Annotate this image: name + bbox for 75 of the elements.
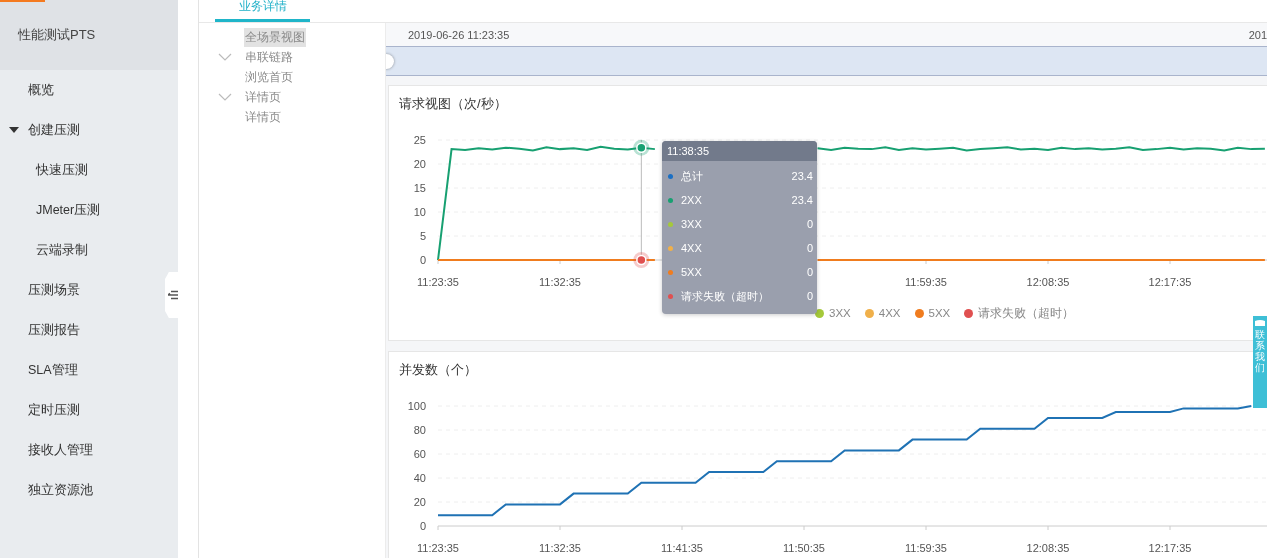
tooltip-value: 23.4 xyxy=(791,170,813,182)
legend-label[interactable]: 5XX xyxy=(928,307,951,319)
tree-item[interactable]: 详情页 xyxy=(244,107,282,127)
accent-bar xyxy=(0,0,45,2)
x-tick-label: 12:17:35 xyxy=(1148,542,1192,554)
caret-icon xyxy=(9,127,19,133)
y-tick-label: 60 xyxy=(413,448,426,460)
nav-item[interactable]: 独立资源池 xyxy=(0,470,160,510)
data-point xyxy=(633,252,650,268)
tooltip-series-name: 2XX xyxy=(681,194,703,206)
nav-item[interactable]: JMeter压测 xyxy=(0,190,160,230)
y-tick-label: 100 xyxy=(407,400,426,412)
tree-item[interactable]: 详情页 xyxy=(244,87,282,107)
legend-label[interactable]: 3XX xyxy=(829,307,851,319)
tree-item[interactable]: 浏览首页 xyxy=(244,67,294,87)
x-tick-label: 11:32:35 xyxy=(539,542,581,554)
tree-item[interactable]: 串联链路 xyxy=(244,47,294,67)
tooltip-series-name: 5XX xyxy=(681,266,703,278)
chevron-icon[interactable] xyxy=(218,53,232,61)
collapse-handle[interactable] xyxy=(165,272,178,318)
legend-label[interactable]: 请求失败（超时） xyxy=(978,305,1075,321)
y-tick-label: 20 xyxy=(413,496,426,508)
contact-label[interactable]: 联系我们 xyxy=(1255,329,1265,373)
nav-item[interactable]: SLA管理 xyxy=(0,350,160,390)
tooltip-series-name: 4XX xyxy=(681,242,703,254)
x-tick-label: 11:50:35 xyxy=(783,542,825,554)
x-tick-label: 12:08:35 xyxy=(1026,542,1070,554)
nav-item[interactable]: 压测报告 xyxy=(0,310,160,350)
tooltip-series-name: 请求失败（超时） xyxy=(681,288,770,304)
x-tick-label: 11:23:35 xyxy=(417,542,459,554)
legend-label[interactable]: 4XX xyxy=(878,307,901,319)
time-range-bar[interactable] xyxy=(386,46,1267,76)
chart-title: 请求视图（次/秒） xyxy=(398,95,507,113)
y-tick-label: 25 xyxy=(413,134,426,146)
x-tick-label: 11:41:35 xyxy=(661,542,703,554)
tooltip-value: 0 xyxy=(806,290,813,302)
nav-item[interactable]: 概览 xyxy=(0,70,160,110)
y-tick-label: 40 xyxy=(413,472,426,484)
x-tick-label: 11:59:35 xyxy=(905,542,947,554)
range-end-time: 201 xyxy=(1248,28,1267,41)
y-tick-label: 15 xyxy=(413,182,426,194)
chevron-icon[interactable] xyxy=(218,93,232,101)
app-title: 性能测试PTS xyxy=(0,0,178,70)
range-start-time: 2019-06-26 11:23:35 xyxy=(408,28,510,41)
x-tick-label: 11:32:35 xyxy=(539,276,581,288)
x-tick-label: 12:08:35 xyxy=(1026,276,1070,288)
x-tick-label: 11:59:35 xyxy=(905,276,947,288)
y-tick-label: 0 xyxy=(419,254,426,266)
nav-item[interactable]: 快速压测 xyxy=(0,150,160,190)
tooltip-value: 0 xyxy=(806,242,813,254)
nav-item[interactable]: 云端录制 xyxy=(0,230,160,270)
collapse-icon xyxy=(168,290,178,300)
chat-icon xyxy=(1255,320,1265,326)
tree-item[interactable]: 全场景视图 xyxy=(244,27,306,47)
tooltip-series-name: 总计 xyxy=(681,168,704,184)
y-tick-label: 80 xyxy=(413,424,426,436)
data-point xyxy=(633,139,650,156)
nav-item[interactable]: 定时压测 xyxy=(0,390,160,430)
y-tick-label: 20 xyxy=(413,158,426,170)
x-tick-label: 11:23:35 xyxy=(417,276,459,288)
tooltip-time: 11:38:35 xyxy=(662,141,817,161)
y-tick-label: 5 xyxy=(419,230,426,242)
x-tick-label: 12:17:35 xyxy=(1148,276,1192,288)
tooltip-value: 0 xyxy=(806,266,813,278)
y-tick-label: 10 xyxy=(413,206,426,218)
tooltip-series-name: 3XX xyxy=(681,218,703,230)
chart-title: 并发数（个） xyxy=(398,361,477,379)
y-tick-label: 0 xyxy=(419,520,426,532)
contact-tab[interactable]: 联系我们 xyxy=(1253,316,1267,408)
tab[interactable]: 业务详情 xyxy=(215,0,310,22)
tooltip-value: 23.4 xyxy=(791,194,813,206)
nav-item[interactable]: 接收人管理 xyxy=(0,430,160,470)
nav-item[interactable]: 创建压测 xyxy=(0,110,160,150)
tooltip-value: 0 xyxy=(806,218,813,230)
nav-item[interactable]: 压测场景 xyxy=(0,270,160,310)
